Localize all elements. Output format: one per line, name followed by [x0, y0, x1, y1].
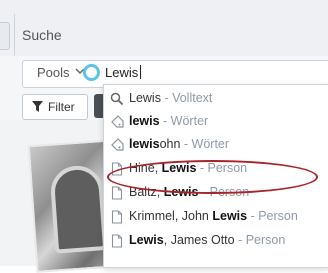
document-icon: [110, 234, 124, 248]
search-query[interactable]: Lewis: [105, 65, 142, 80]
suggestion-item[interactable]: Lewis - Volltext: [104, 88, 328, 110]
suggestion-match: Lewis: [161, 161, 197, 175]
suggestion-text: lewis - Wörter: [129, 114, 208, 128]
suggestion-text: Lewis, James Otto - Person: [129, 233, 285, 247]
collapse-handle[interactable]: [0, 22, 10, 50]
suggestion-prefix: Krimmel, John: [129, 209, 213, 223]
suggestion-text: Baltz, Lewis - Person: [129, 185, 249, 199]
suggestion-suffix: ohn: [159, 137, 181, 151]
divider: [14, 14, 15, 56]
suggestion-item[interactable]: lewisohn - Wörter: [104, 134, 328, 156]
tag-icon: [110, 138, 124, 152]
suggestion-match: Lewis: [212, 209, 248, 223]
page-title: Suche: [22, 27, 62, 43]
suggestion-item[interactable]: Lewis, James Otto - Person: [104, 230, 328, 252]
tag-icon: [110, 115, 124, 129]
suggestion-type: - Person: [234, 233, 286, 247]
suggestion-type: - Wörter: [159, 114, 209, 128]
search-header: Suche: [0, 0, 328, 57]
suggestion-text: Krimmel, John Lewis - Person: [129, 209, 298, 223]
filter-button[interactable]: Filter: [22, 94, 88, 120]
suggestion-item[interactable]: Baltz, Lewis - Person: [104, 182, 328, 204]
suggestion-item[interactable]: Hine, Lewis - Person: [104, 158, 328, 180]
suggestion-text: Hine, Lewis - Person: [129, 161, 247, 175]
suggestion-item[interactable]: lewis - Wörter: [104, 111, 328, 133]
suggestion-type: - Person: [198, 185, 250, 199]
document-icon: [110, 162, 124, 176]
suggestion-suffix: , James Otto: [163, 233, 235, 247]
filter-label: Filter: [48, 100, 75, 114]
suggestion-type: - Wörter: [180, 137, 230, 151]
document-icon: [110, 186, 124, 200]
suggestion-prefix: Baltz,: [129, 185, 164, 199]
suggestion-match: lewis: [129, 114, 160, 128]
search-icon: [110, 92, 124, 106]
suggestion-text: Lewis - Volltext: [129, 91, 212, 105]
suggestion-text: lewisohn - Wörter: [129, 137, 229, 151]
suggestion-prefix: Hine,: [129, 161, 162, 175]
suggestion-type: - Person: [196, 161, 248, 175]
text-caret: [140, 65, 142, 79]
suggestion-match: Lewis: [129, 233, 164, 247]
document-icon: [110, 210, 124, 224]
filter-icon: [32, 101, 43, 112]
suggestion-term: Lewis: [129, 91, 161, 105]
suggestion-type: - Person: [247, 209, 298, 223]
suggestion-item[interactable]: Krimmel, John Lewis - Person: [104, 206, 328, 228]
pointer-highlight: [83, 64, 100, 81]
suggestion-type: - Volltext: [160, 91, 213, 105]
pools-dropdown[interactable]: Pools: [37, 65, 70, 80]
suggestion-match: Lewis: [163, 185, 199, 199]
suggestion-match: lewis: [129, 137, 160, 151]
suggestion-dropdown: Lewis - Volltext lewis - Wörter lewisohn -…: [103, 84, 328, 268]
thumbnail-detail: [49, 164, 108, 254]
